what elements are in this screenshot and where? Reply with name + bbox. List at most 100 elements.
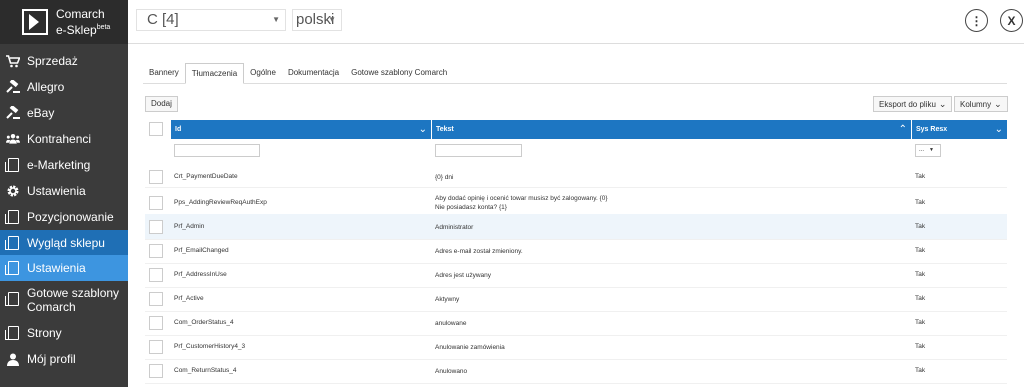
- sidebar-item-ustawienia-sub[interactable]: Ustawienia: [0, 255, 128, 281]
- cell-sys-resx: Tak: [915, 367, 926, 374]
- cell-id: Pps_AddingReviewReqAuthExp: [174, 199, 267, 206]
- cell-text-wrap: Anulowanie zamówienia: [435, 343, 505, 352]
- table-row[interactable]: Prf_Active Aktywny Tak: [145, 286, 1007, 312]
- sidebar: Comarch e-Sklepbeta Sprzedaż Allegro eBa…: [0, 0, 128, 387]
- row-checkbox[interactable]: [149, 292, 163, 306]
- cell-text-wrap: {0} dni: [435, 173, 453, 182]
- cell-text: Administrator: [435, 224, 474, 231]
- sys-filter-select[interactable]: ... ▼: [915, 144, 941, 157]
- cell-text-wrap: Adres e-mail został zmieniony.: [435, 247, 523, 256]
- cart-icon: [6, 54, 20, 68]
- pages-icon: [4, 158, 20, 172]
- sidebar-item-label: e-Marketing: [27, 158, 91, 172]
- pages-icon: [4, 235, 20, 250]
- user-icon: [6, 352, 20, 366]
- chevron-down-icon: ▼: [272, 15, 280, 24]
- cell-text: Adres jest używany: [435, 272, 491, 279]
- cell-text-line2: Nie posiadasz konta? {1}: [435, 204, 507, 211]
- sidebar-item-label: Ustawienia: [27, 184, 86, 198]
- language-select[interactable]: polski ▼: [292, 9, 342, 31]
- sidebar-item-strony[interactable]: Strony: [0, 322, 128, 344]
- chevron-down-icon: ⌄: [994, 99, 1002, 109]
- sidebar-item-label: Pozycjonowanie: [27, 210, 114, 224]
- table-row[interactable]: Crt_PaymentDueDate {0} dni Tak: [145, 166, 1007, 188]
- table-row[interactable]: Com_ReturnStatus_4 Anulowano Tak: [145, 358, 1007, 384]
- table-row[interactable]: Com_OrderStatus_4 anulowane Tak: [145, 310, 1007, 336]
- chevron-down-icon: ⌄: [994, 124, 1003, 135]
- sidebar-item-ebay[interactable]: eBay: [0, 102, 128, 124]
- table-row[interactable]: Prf_AddressInUse Adres jest używany Tak: [145, 262, 1007, 288]
- tab-ogolne[interactable]: Ogólne: [244, 63, 282, 83]
- sidebar-item-moj-profil[interactable]: Mój profil: [0, 348, 128, 370]
- tab-dokumentacja[interactable]: Dokumentacja: [282, 63, 345, 83]
- sidebar-item-kontrahenci[interactable]: Kontrahenci: [0, 128, 128, 150]
- row-checkbox[interactable]: [149, 340, 163, 354]
- columns-button[interactable]: Kolumny ⌄: [954, 96, 1008, 112]
- column-header-text[interactable]: Tekst ⌃: [432, 120, 911, 139]
- cell-sys-resx: Tak: [915, 319, 926, 326]
- row-checkbox[interactable]: [149, 220, 163, 234]
- cell-id: Prf_Active: [174, 295, 204, 302]
- tab-tlumaczenia[interactable]: Tłumaczenia: [184, 63, 245, 84]
- sidebar-item-pozycjonowanie[interactable]: Pozycjonowanie: [0, 206, 128, 228]
- table-row[interactable]: Prf_Admin Administrator Tak: [145, 214, 1007, 240]
- pages-icon: [4, 261, 20, 275]
- row-checkbox[interactable]: [149, 316, 163, 330]
- cell-id: Prf_Admin: [174, 223, 205, 230]
- sidebar-item-label: Mój profil: [27, 352, 76, 366]
- sidebar-item-label: Wygląd sklepu: [27, 235, 105, 250]
- table-row[interactable]: Prf_EmailChanged Adres e-mail został zmie…: [145, 238, 1007, 264]
- tab-bar: Bannery Tłumaczenia Ogólne Dokumentacja …: [143, 63, 1007, 84]
- brand[interactable]: Comarch e-Sklepbeta: [0, 0, 128, 44]
- cell-id: Prf_CustomerHistory4_3: [174, 343, 246, 350]
- id-filter-input[interactable]: [174, 144, 260, 157]
- pages-icon: [4, 326, 20, 340]
- export-button[interactable]: Eksport do pliku ⌄: [873, 96, 953, 112]
- cell-text: Aby dodać opinię i ocenić towar musisz b…: [435, 195, 608, 202]
- template-select[interactable]: C [4] ▼: [136, 9, 286, 31]
- text-filter-input[interactable]: [435, 144, 522, 157]
- sidebar-item-label: Sprzedaż: [27, 54, 78, 68]
- pages-icon: [4, 292, 20, 306]
- chevron-down-icon: ⌄: [418, 124, 427, 135]
- row-checkbox[interactable]: [149, 364, 163, 378]
- column-header-sys-resx[interactable]: Sys Resx ⌄: [912, 120, 1007, 139]
- comarch-logo-icon: [22, 9, 48, 35]
- cell-text: Anulowanie zamówienia: [435, 344, 505, 351]
- cell-sys-resx: Tak: [915, 295, 926, 302]
- sidebar-item-allegro[interactable]: Allegro: [0, 76, 128, 98]
- select-all-checkbox[interactable]: [149, 122, 163, 136]
- sidebar-item-sprzedaz[interactable]: Sprzedaż: [0, 50, 128, 72]
- cell-id: Com_OrderStatus_4: [174, 319, 234, 326]
- chevron-down-icon: ▼: [929, 147, 934, 153]
- sidebar-item-wyglad-sklepu[interactable]: Wygląd sklepu: [0, 230, 128, 255]
- cell-sys-resx: Tak: [915, 271, 926, 278]
- column-header-id[interactable]: Id ⌄: [171, 120, 431, 139]
- cell-text: Aktywny: [435, 296, 460, 303]
- tab-gotowe-szablony[interactable]: Gotowe szablony Comarch: [345, 63, 453, 83]
- sidebar-item-label: Kontrahenci: [27, 132, 92, 146]
- row-checkbox[interactable]: [149, 196, 163, 210]
- cell-text-wrap: Adres jest używany: [435, 271, 491, 280]
- row-checkbox[interactable]: [149, 268, 163, 282]
- brand-name: Comarch e-Sklepbeta: [56, 6, 111, 37]
- cell-text-wrap: Aktywny: [435, 295, 459, 304]
- cell-text-wrap: Aby dodać opinię i ocenić towar musisz b…: [435, 194, 608, 212]
- table-row[interactable]: Prf_CustomerHistory4_3 Anulowanie zamówie…: [145, 334, 1007, 360]
- cell-sys-resx: Tak: [915, 199, 926, 206]
- sidebar-item-gotowe-szablony[interactable]: Gotowe szablony Comarch: [0, 281, 128, 319]
- tab-bannery[interactable]: Bannery: [143, 63, 185, 83]
- gavel-icon: [6, 106, 20, 120]
- row-checkbox[interactable]: [149, 170, 163, 184]
- info-button[interactable]: ⋮: [965, 9, 988, 32]
- sidebar-item-ustawienia[interactable]: Ustawienia: [0, 180, 128, 202]
- add-button[interactable]: Dodaj: [145, 96, 178, 112]
- cell-text: Adres e-mail został zmieniony.: [435, 248, 523, 255]
- sidebar-item-label: Gotowe szablony Comarch: [27, 286, 120, 314]
- cell-id: Com_ReturnStatus_4: [174, 367, 237, 374]
- chevron-down-icon: ▼: [328, 15, 336, 24]
- close-button[interactable]: X: [1000, 9, 1023, 32]
- sidebar-item-e-marketing[interactable]: e-Marketing: [0, 154, 128, 176]
- cell-id: Prf_AddressInUse: [174, 271, 227, 278]
- row-checkbox[interactable]: [149, 244, 163, 258]
